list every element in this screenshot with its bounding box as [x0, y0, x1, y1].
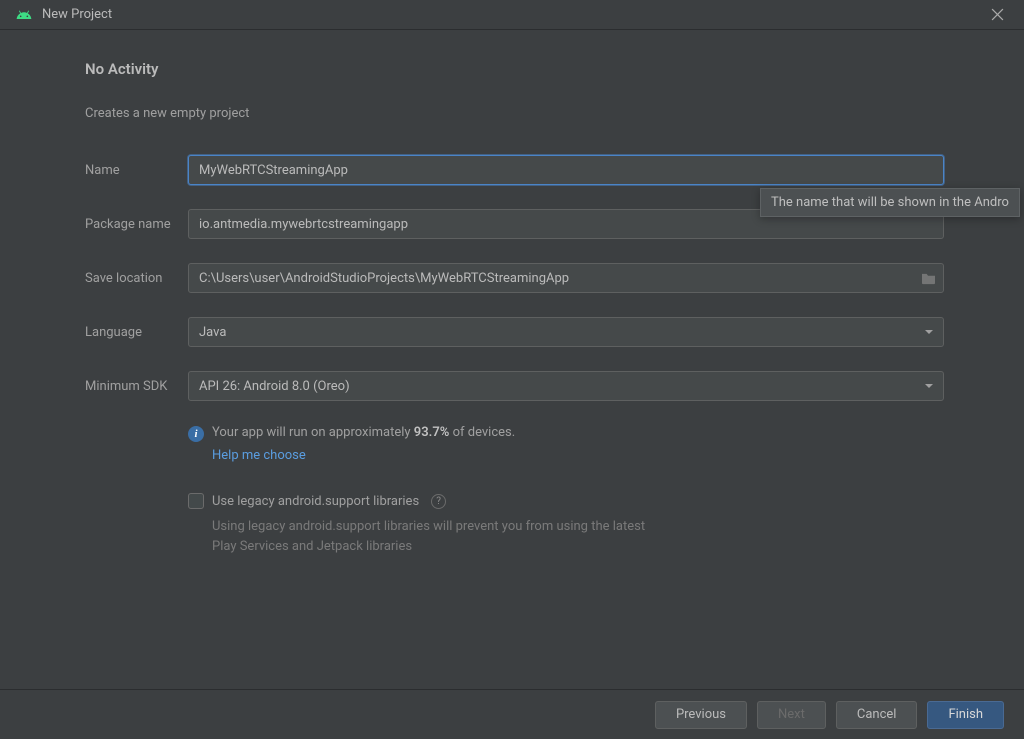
language-select[interactable]: Java — [188, 317, 944, 347]
dialog-footer: Previous Next Cancel Finish — [0, 689, 1024, 739]
name-input[interactable] — [188, 155, 944, 185]
language-row: Language Java — [85, 317, 944, 347]
package-label: Package name — [85, 217, 188, 232]
legacy-libraries-checkbox[interactable] — [188, 493, 204, 509]
device-coverage-info: i Your app will run on approximately 93.… — [188, 425, 944, 463]
minsdk-label: Minimum SDK — [85, 379, 188, 394]
legacy-libraries-hint: Using legacy android.support libraries w… — [212, 517, 672, 556]
android-icon — [16, 7, 32, 23]
next-button: Next — [757, 701, 826, 729]
minsdk-value: API 26: Android 8.0 (Oreo) — [199, 379, 350, 394]
chevron-down-icon — [925, 330, 933, 335]
finish-button[interactable]: Finish — [927, 701, 1004, 729]
minsdk-row: Minimum SDK API 26: Android 8.0 (Oreo) — [85, 371, 944, 401]
name-tooltip: The name that will be shown in the Andro — [760, 188, 1020, 217]
browse-button[interactable] — [921, 272, 936, 285]
help-me-choose-link[interactable]: Help me choose — [212, 448, 306, 463]
page-title: No Activity — [85, 60, 944, 78]
folder-icon — [921, 272, 936, 285]
chevron-down-icon — [925, 384, 933, 389]
titlebar: New Project — [0, 0, 1024, 30]
cancel-button[interactable]: Cancel — [836, 701, 918, 729]
content-area: No Activity Creates a new empty project … — [0, 30, 1024, 576]
close-icon — [991, 8, 1004, 21]
minsdk-select[interactable]: API 26: Android 8.0 (Oreo) — [188, 371, 944, 401]
legacy-libraries-label: Use legacy android.support libraries — [212, 494, 419, 509]
device-coverage-text: Your app will run on approximately 93.7%… — [212, 425, 515, 440]
close-button[interactable] — [978, 1, 1016, 29]
previous-button[interactable]: Previous — [655, 701, 747, 729]
page-subtitle: Creates a new empty project — [85, 106, 944, 121]
window-title: New Project — [42, 7, 978, 22]
help-icon[interactable]: ? — [431, 494, 446, 509]
info-icon: i — [188, 426, 204, 442]
name-row: Name — [85, 155, 944, 185]
language-label: Language — [85, 325, 188, 340]
location-label: Save location — [85, 271, 188, 286]
location-row: Save location — [85, 263, 944, 293]
legacy-libraries-row: Use legacy android.support libraries ? — [188, 493, 944, 509]
name-label: Name — [85, 163, 188, 178]
location-input[interactable] — [188, 263, 944, 293]
language-value: Java — [199, 325, 226, 340]
